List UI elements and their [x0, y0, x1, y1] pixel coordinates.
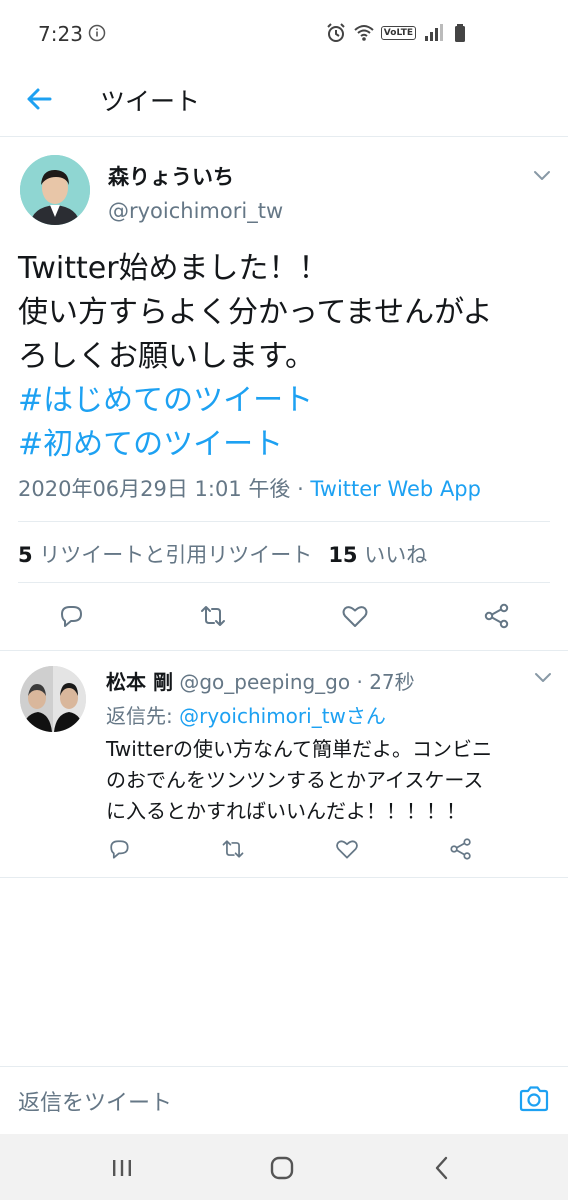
chevron-down-icon[interactable] — [530, 163, 554, 187]
retweet-icon[interactable] — [220, 836, 246, 862]
avatar[interactable] — [20, 155, 90, 225]
share-icon[interactable] — [482, 601, 512, 631]
reply-text-line: に入るとかすればいいんだよ！！！！！ — [106, 799, 466, 823]
signal-icon — [425, 24, 443, 41]
replying-to: 返信先: @ryoichimori_twさん — [106, 700, 386, 729]
tweet-text-line: Twitter始めました！！ — [18, 251, 329, 286]
reply-compose-bar: 返信をツイート — [0, 1066, 568, 1133]
tweet-text-line: ろしくお願いします。 — [18, 339, 315, 374]
system-nav-bar — [0, 1134, 568, 1200]
divider — [0, 877, 568, 878]
reply-text-line: Twitterの使い方なんて簡単だよ。コンビニ — [106, 737, 493, 761]
camera-icon[interactable] — [518, 1084, 550, 1114]
like-stat[interactable]: 15 いいね — [328, 543, 427, 567]
reply-icon[interactable] — [106, 836, 132, 862]
home-icon[interactable] — [268, 1154, 296, 1182]
tweet-metadata: 2020年06月29日 1:01 午後 · Twitter Web App — [18, 473, 481, 503]
heart-icon[interactable] — [334, 836, 360, 862]
user-name[interactable]: 森りょういち — [108, 161, 234, 191]
hashtag-link[interactable]: #初めてのツイート — [18, 423, 558, 467]
battery-icon — [455, 24, 465, 42]
avatar-image — [20, 666, 86, 732]
hashtag-link[interactable]: #はじめてのツイート — [18, 379, 558, 423]
recent-apps-icon[interactable] — [108, 1154, 136, 1182]
divider — [18, 521, 550, 522]
alarm-icon — [327, 23, 345, 42]
user-handle[interactable]: @ryoichimori_tw — [108, 199, 283, 223]
info-icon — [88, 24, 106, 42]
tweet-source-link[interactable]: Twitter Web App — [310, 477, 481, 501]
avatar-image — [20, 155, 90, 225]
chevron-down-icon[interactable] — [532, 666, 554, 688]
reply-user-handle[interactable]: @go_peeping_go — [173, 670, 350, 694]
tweet-timestamp: 2020年06月29日 1:01 午後 · — [18, 477, 311, 501]
reply-user-name[interactable]: 松本 剛 — [106, 670, 173, 694]
volte-badge: VoLTE — [380, 26, 416, 40]
like-label: いいね — [357, 543, 428, 567]
tweet-actions — [0, 597, 568, 637]
reply-tweet[interactable]: 松本 剛 @go_peeping_go · 27秒 返信先: @ryoichim… — [0, 652, 568, 877]
reply-text-line: のおでんをツンツンするとかアイスケース — [106, 768, 484, 792]
reply-input[interactable]: 返信をツイート — [18, 1085, 172, 1117]
app-header: ツイート — [0, 66, 568, 137]
retweet-stat[interactable]: 5 リツイートと引用リツイート — [18, 543, 312, 567]
retweet-label: リツイートと引用リツイート — [32, 543, 313, 567]
reply-text: Twitterの使い方なんて簡単だよ。コンビニ のおでんをツンツンするとかアイス… — [106, 734, 556, 827]
like-count: 15 — [328, 543, 358, 567]
divider — [0, 650, 568, 651]
retweet-icon[interactable] — [198, 601, 228, 631]
reply-icon[interactable] — [56, 601, 86, 631]
wifi-icon — [354, 25, 374, 41]
reply-actions — [0, 836, 568, 866]
avatar[interactable] — [20, 666, 86, 732]
tweet-stats: 5 リツイートと引用リツイート 15 いいね — [18, 539, 427, 569]
reply-time: · 27秒 — [350, 670, 415, 694]
replying-to-label: 返信先: — [106, 704, 180, 728]
status-time: 7:23 — [38, 22, 83, 46]
page-title: ツイート — [100, 87, 201, 116]
retweet-count: 5 — [18, 543, 33, 567]
share-icon[interactable] — [448, 836, 474, 862]
status-icons: VoLTE — [325, 22, 472, 44]
divider — [18, 582, 550, 583]
reply-header: 松本 剛 @go_peeping_go · 27秒 — [106, 666, 415, 695]
back-icon[interactable] — [428, 1154, 456, 1182]
mention-link[interactable]: @ryoichimori_twさん — [179, 704, 386, 728]
tweet-text: Twitter始めました！！ 使い方すらよく分かってませんがよ ろしくお願いしま… — [18, 247, 558, 467]
arrow-left-icon[interactable] — [22, 82, 56, 116]
heart-icon[interactable] — [340, 601, 370, 631]
status-bar: 7:23 VoLTE — [0, 0, 568, 70]
tweet-text-line: 使い方すらよく分かってませんがよ — [18, 295, 493, 330]
